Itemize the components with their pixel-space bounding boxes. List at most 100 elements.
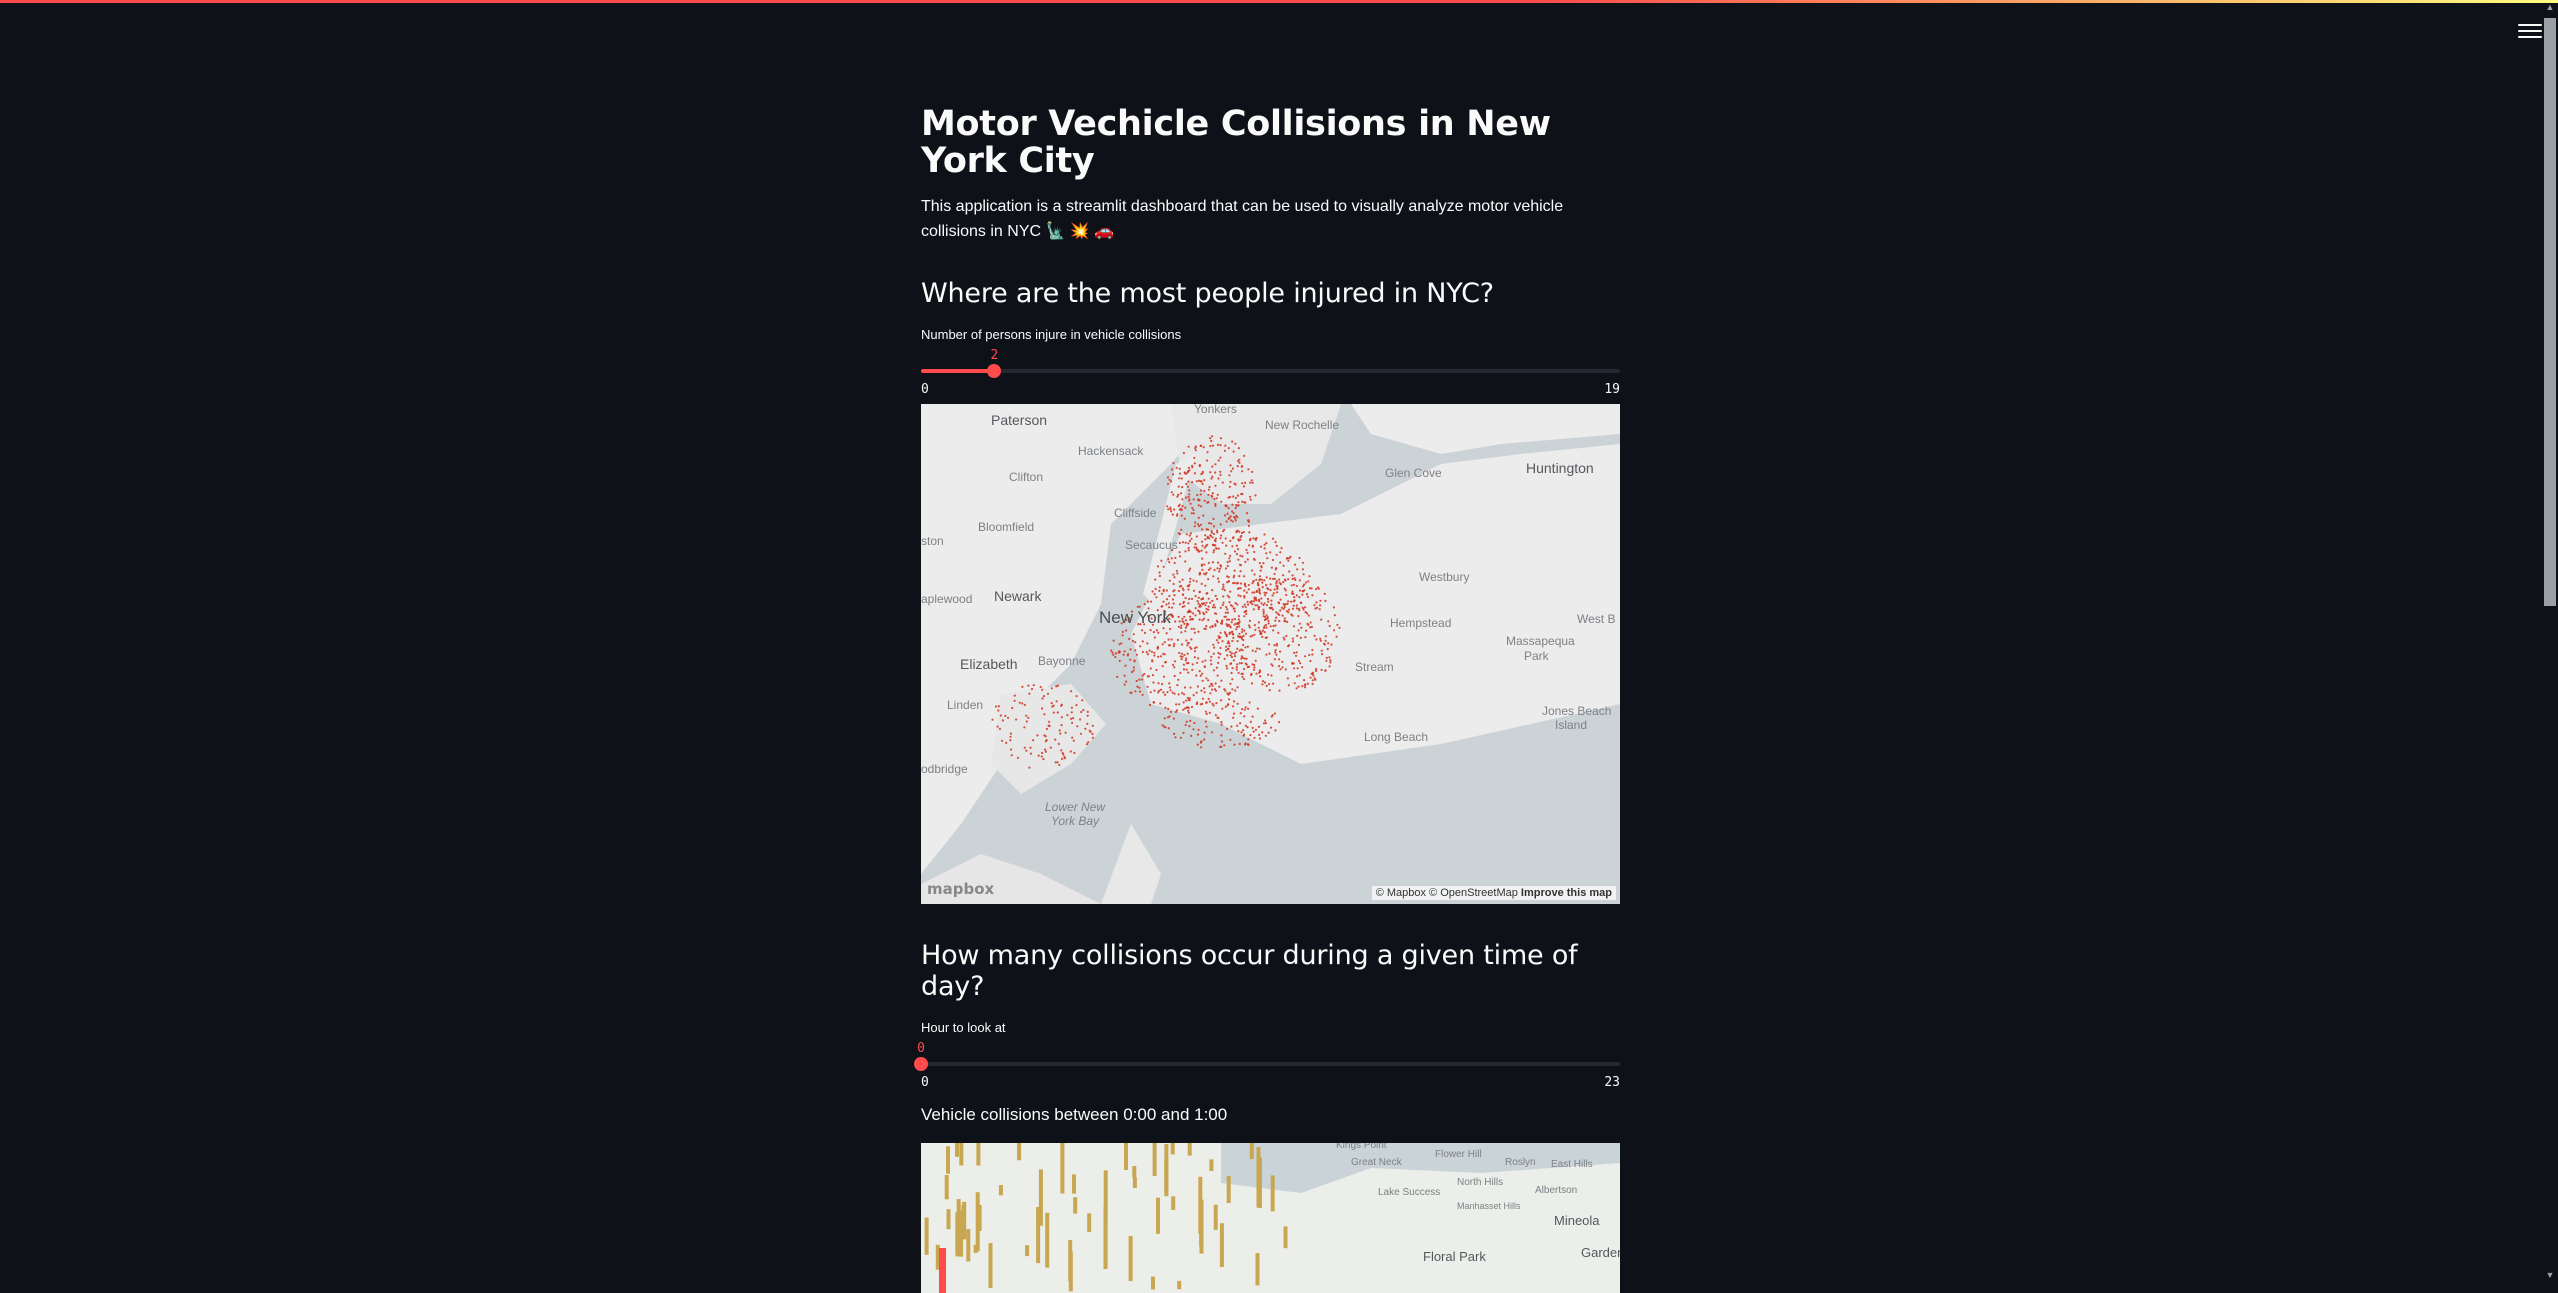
- collision-point: [1168, 644, 1172, 647]
- collision-point: [1124, 664, 1127, 667]
- collision-point: [1146, 675, 1149, 678]
- slider-thumb[interactable]: [987, 364, 1002, 378]
- collision-point: [1272, 624, 1275, 628]
- collision-point: [1307, 580, 1310, 583]
- collision-point: [1310, 625, 1313, 629]
- collision-point: [1049, 746, 1052, 749]
- collision-point: [1233, 743, 1236, 746]
- hamburger-menu-icon[interactable]: [2518, 20, 2542, 40]
- collision-point: [1203, 546, 1206, 549]
- collision-point: [1333, 614, 1336, 617]
- collision-point: [1216, 597, 1219, 601]
- collision-point: [1200, 540, 1204, 543]
- collision-point: [1247, 583, 1250, 587]
- collision-point: [1155, 629, 1158, 632]
- collision-column: [1151, 1276, 1155, 1290]
- collision-point: [1268, 682, 1271, 686]
- collision-point: [1277, 601, 1280, 604]
- collision-point: [1178, 467, 1181, 470]
- scroll-down-icon[interactable]: ▼: [2544, 1270, 2556, 1280]
- collision-point: [1023, 726, 1026, 729]
- collision-point: [1212, 669, 1215, 672]
- collision-point: [1231, 633, 1234, 636]
- collision-point: [1086, 710, 1089, 713]
- collision-point: [1251, 649, 1254, 652]
- collision-point: [1320, 649, 1323, 652]
- collision-point: [1220, 721, 1223, 724]
- collision-point: [1015, 718, 1018, 721]
- scrollbar[interactable]: ▲ ▼: [2544, 2, 2558, 1280]
- collision-point: [1050, 687, 1053, 690]
- collision-point: [1172, 473, 1175, 476]
- mapbox-logo[interactable]: mapbox: [927, 880, 994, 898]
- injuries-map[interactable]: Yonkers Paterson New Rochelle Hackensack…: [921, 404, 1620, 904]
- map-label-jones-beach: Jones Beach: [1542, 704, 1612, 718]
- collision-point: [1270, 599, 1273, 602]
- collision-point: [1262, 608, 1265, 611]
- collision-point: [1227, 576, 1230, 579]
- collision-point: [1271, 537, 1275, 540]
- collision-point: [1025, 714, 1028, 717]
- collision-point: [1328, 665, 1331, 668]
- collision-point: [1300, 626, 1303, 629]
- collision-point: [1188, 493, 1191, 496]
- collision-point: [1207, 679, 1210, 682]
- collision-point: [1151, 674, 1154, 677]
- collision-point: [1287, 559, 1290, 562]
- collision-point: [1156, 646, 1160, 649]
- collision-point: [1182, 589, 1185, 592]
- collision-point: [1321, 653, 1324, 656]
- collision-point: [1265, 576, 1268, 579]
- collision-point: [1179, 671, 1182, 674]
- collision-point: [1201, 597, 1204, 600]
- collision-point: [1293, 682, 1296, 685]
- collision-point: [1209, 659, 1212, 662]
- collision-point: [1247, 468, 1250, 471]
- collision-point: [1304, 606, 1307, 609]
- collision-point: [1324, 639, 1327, 642]
- collision-point: [1304, 636, 1307, 639]
- hour-range-subheading: Vehicle collisions between 0:00 and 1:00: [921, 1105, 1228, 1124]
- collision-point: [1206, 451, 1209, 454]
- collision-point: [1203, 563, 1206, 566]
- collision-point: [1225, 606, 1228, 609]
- collision-point: [1076, 725, 1079, 728]
- collision-point: [1243, 603, 1246, 606]
- collision-point: [1091, 732, 1094, 736]
- collision-point: [1185, 496, 1188, 499]
- collision-point: [1296, 634, 1299, 637]
- collision-point: [1193, 656, 1196, 659]
- slider-thumb[interactable]: [914, 1057, 928, 1071]
- collision-point: [1191, 618, 1194, 621]
- collision-point: [1257, 725, 1261, 728]
- collision-point: [1248, 619, 1251, 622]
- collision-point: [1190, 627, 1193, 630]
- collision-point: [1178, 541, 1181, 544]
- collision-point: [1297, 659, 1300, 662]
- collision-point: [1127, 653, 1130, 656]
- collision-column: [1164, 1144, 1169, 1197]
- collision-point: [1237, 615, 1240, 618]
- collision-point: [1205, 459, 1209, 462]
- collision-point: [1224, 705, 1227, 708]
- improve-map-link[interactable]: Improve this map: [1521, 887, 1612, 899]
- hourly-3d-map[interactable]: Kings Point Great Neck Flower Hill Rosly…: [921, 1143, 1620, 1293]
- collision-point: [1258, 733, 1261, 736]
- scroll-up-icon[interactable]: ▲: [2544, 2, 2556, 12]
- collision-point: [1205, 528, 1208, 531]
- collision-point: [1196, 600, 1199, 603]
- collision-point: [1146, 653, 1150, 656]
- slider-track[interactable]: [921, 369, 1620, 373]
- scrollbar-thumb[interactable]: [2544, 18, 2556, 606]
- collision-point: [1164, 726, 1167, 729]
- collision-point: [1215, 547, 1218, 550]
- attribution-text[interactable]: © Mapbox © OpenStreetMap: [1376, 887, 1518, 899]
- collision-point: [1197, 728, 1200, 731]
- collision-point: [1232, 450, 1235, 453]
- collision-point: [1258, 575, 1262, 578]
- collision-point: [1162, 675, 1166, 678]
- slider-track[interactable]: [921, 1062, 1620, 1066]
- injuries-slider[interactable]: 2 0 19: [921, 348, 1620, 400]
- collision-point: [1225, 664, 1228, 667]
- hour-slider[interactable]: 0 0 23: [914, 1041, 1620, 1093]
